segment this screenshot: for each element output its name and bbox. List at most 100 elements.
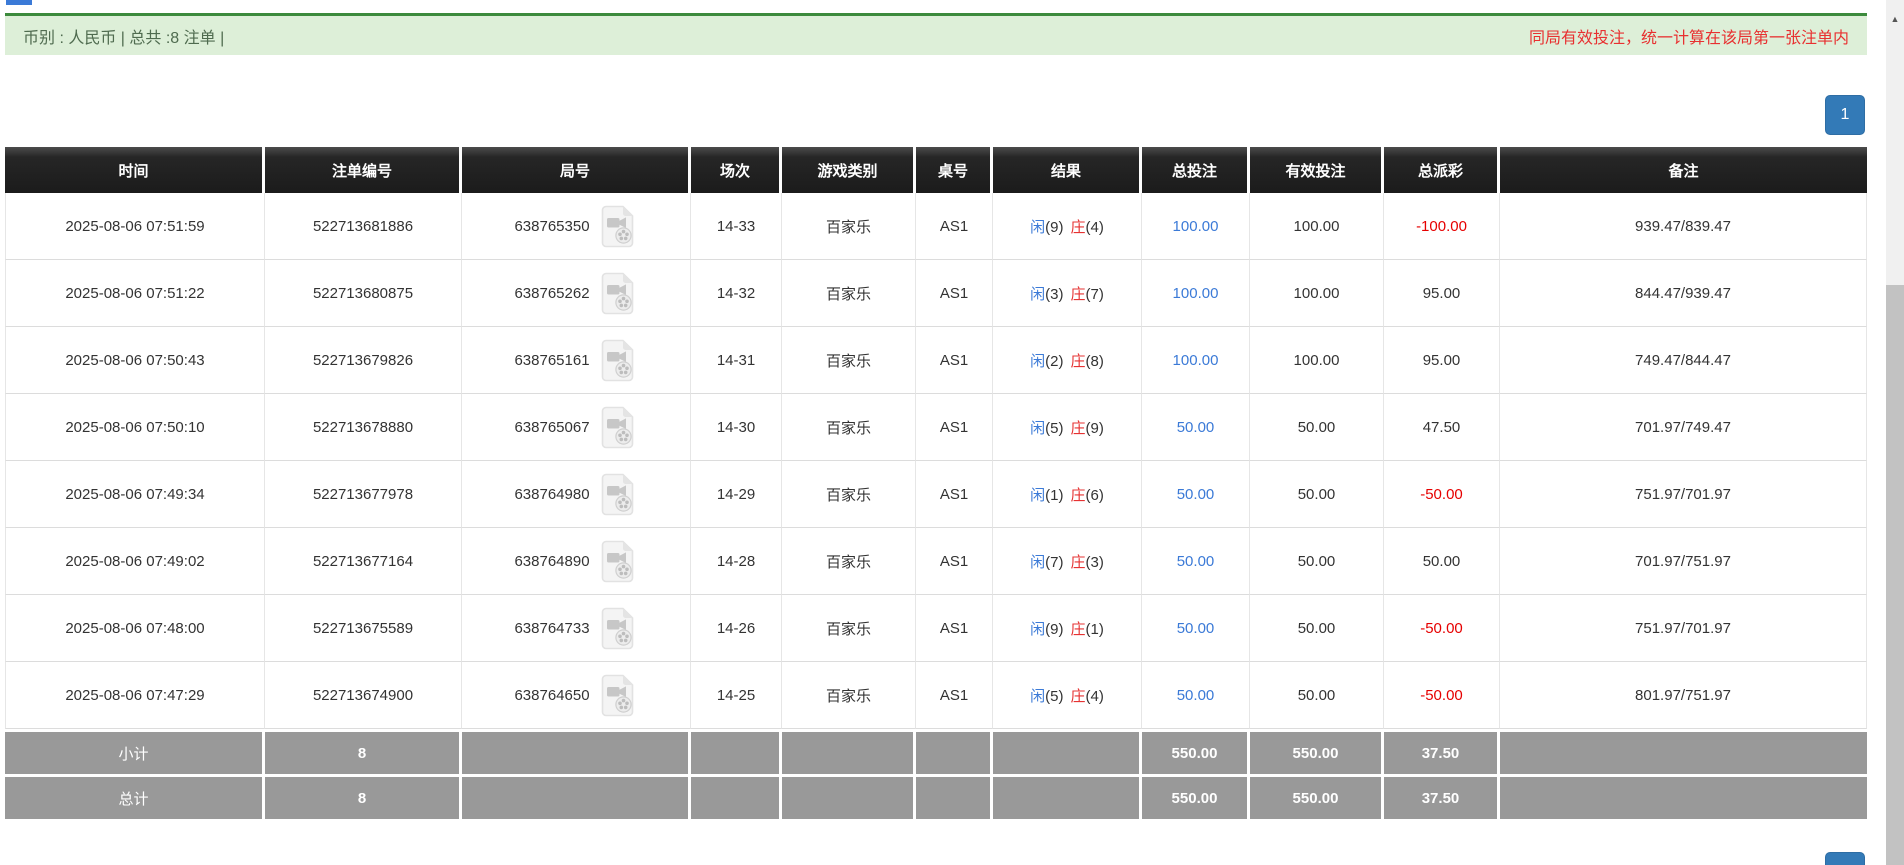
video-replay-icon[interactable]	[599, 405, 638, 450]
result-banker-label: 庄	[1071, 554, 1086, 571]
cell-bet-id: 522713681886	[265, 193, 462, 260]
result-banker-label: 庄	[1071, 286, 1086, 303]
col-session: 场次	[691, 147, 782, 193]
total-bet-link[interactable]: 50.00	[1177, 620, 1215, 637]
payout-value: -50.00	[1420, 620, 1463, 637]
summary-empty-cell	[782, 729, 916, 774]
result-player-points: (1)	[1045, 487, 1063, 504]
cell-valid-bet: 50.00	[1250, 461, 1384, 528]
cell-table-no: AS1	[916, 528, 993, 595]
video-replay-icon[interactable]	[599, 539, 638, 584]
cell-bet-id: 522713679826	[265, 327, 462, 394]
clipped-tab-fragment	[6, 0, 32, 5]
notice-warning-text: 同局有效投注，统一计算在该局第一张注单内	[1529, 24, 1849, 48]
cell-table-no: AS1	[916, 260, 993, 327]
cell-bet-id: 522713678880	[265, 394, 462, 461]
table-row: 2025-08-06 07:49:34 522713677978 6387649…	[5, 461, 1867, 528]
currency-summary-text: 币别 : 人民币 | 总共 :8 注单 |	[23, 24, 224, 48]
summary-valid-bet: 550.00	[1250, 729, 1384, 774]
cell-valid-bet: 100.00	[1250, 260, 1384, 327]
video-replay-icon[interactable]	[599, 204, 638, 249]
col-time: 时间	[5, 147, 265, 193]
table-row: 2025-08-06 07:50:43 522713679826 6387651…	[5, 327, 1867, 394]
video-replay-icon[interactable]	[599, 472, 638, 517]
result-player-label: 闲	[1030, 688, 1045, 705]
result-player-points: (9)	[1045, 621, 1063, 638]
cell-result: 闲(1)庄(6)	[993, 461, 1142, 528]
col-total-bet: 总投注	[1142, 147, 1250, 193]
total-bet-link[interactable]: 100.00	[1173, 285, 1219, 302]
result-player-label: 闲	[1030, 286, 1045, 303]
cell-bet-id: 522713677164	[265, 528, 462, 595]
round-number: 638764650	[514, 687, 589, 704]
pagination-page-1-top[interactable]: 1	[1825, 95, 1865, 135]
cell-session: 14-28	[691, 528, 782, 595]
cell-table-no: AS1	[916, 662, 993, 729]
total-bet-link[interactable]: 100.00	[1173, 352, 1219, 369]
table-row: 2025-08-06 07:51:59 522713681886 6387653…	[5, 193, 1867, 260]
summary-label: 小计	[5, 729, 265, 774]
cell-game-type: 百家乐	[782, 327, 916, 394]
cell-total-bet: 50.00	[1142, 461, 1250, 528]
cell-remark: 751.97/701.97	[1500, 595, 1867, 662]
summary-count: 8	[265, 729, 462, 774]
col-valid-bet: 有效投注	[1250, 147, 1384, 193]
total-bet-link[interactable]: 50.00	[1177, 419, 1215, 436]
summary-total-bet: 550.00	[1142, 729, 1250, 774]
video-replay-icon[interactable]	[599, 606, 638, 651]
payout-value: 95.00	[1423, 285, 1461, 302]
cell-remark: 844.47/939.47	[1500, 260, 1867, 327]
cell-result: 闲(7)庄(3)	[993, 528, 1142, 595]
col-game-type: 游戏类别	[782, 147, 916, 193]
summary-empty-cell	[916, 729, 993, 774]
pagination-page-1-bottom[interactable]: 1	[1825, 852, 1865, 865]
cell-remark: 701.97/751.97	[1500, 528, 1867, 595]
cell-valid-bet: 100.00	[1250, 327, 1384, 394]
total-bet-link[interactable]: 50.00	[1177, 486, 1215, 503]
vertical-scrollbar[interactable]: ▲	[1886, 0, 1904, 865]
cell-session: 14-26	[691, 595, 782, 662]
subtotal-row: 小计 8 550.00 550.00 37.50	[5, 729, 1867, 774]
total-bet-link[interactable]: 50.00	[1177, 553, 1215, 570]
cell-payout: 47.50	[1384, 394, 1500, 461]
video-replay-icon[interactable]	[599, 271, 638, 316]
cell-game-type: 百家乐	[782, 394, 916, 461]
cell-time: 2025-08-06 07:49:34	[5, 461, 265, 528]
cell-valid-bet: 50.00	[1250, 595, 1384, 662]
cell-bet-id: 522713675589	[265, 595, 462, 662]
cell-result: 闲(5)庄(4)	[993, 662, 1142, 729]
payout-value: -100.00	[1416, 218, 1467, 235]
cell-game-type: 百家乐	[782, 595, 916, 662]
result-player-label: 闲	[1030, 621, 1045, 638]
scrollbar-up-arrow-icon[interactable]: ▲	[1886, 14, 1904, 24]
summary-label: 总计	[5, 774, 265, 819]
cell-payout: 95.00	[1384, 260, 1500, 327]
video-replay-icon[interactable]	[599, 338, 638, 383]
cell-round: 638765262	[462, 260, 691, 327]
video-replay-icon[interactable]	[599, 673, 638, 718]
round-number: 638764733	[514, 620, 589, 637]
total-bet-link[interactable]: 50.00	[1177, 687, 1215, 704]
cell-round: 638765067	[462, 394, 691, 461]
cell-bet-id: 522713674900	[265, 662, 462, 729]
cell-game-type: 百家乐	[782, 528, 916, 595]
cell-table-no: AS1	[916, 193, 993, 260]
cell-round: 638764733	[462, 595, 691, 662]
round-number: 638765067	[514, 419, 589, 436]
cell-session: 14-30	[691, 394, 782, 461]
cell-session: 14-33	[691, 193, 782, 260]
payout-value: 95.00	[1423, 352, 1461, 369]
summary-empty-cell	[462, 729, 691, 774]
cell-result: 闲(9)庄(4)	[993, 193, 1142, 260]
scrollbar-thumb[interactable]	[1886, 285, 1904, 865]
total-bet-link[interactable]: 100.00	[1173, 218, 1219, 235]
cell-session: 14-31	[691, 327, 782, 394]
round-number: 638765161	[514, 352, 589, 369]
summary-payout: 37.50	[1384, 774, 1500, 819]
result-banker-label: 庄	[1071, 621, 1086, 638]
result-banker-points: (3)	[1086, 554, 1104, 571]
cell-time: 2025-08-06 07:50:43	[5, 327, 265, 394]
page: 币别 : 人民币 | 总共 :8 注单 | 同局有效投注，统一计算在该局第一张注…	[0, 0, 1904, 865]
cell-round: 638764890	[462, 528, 691, 595]
payout-value: -50.00	[1420, 687, 1463, 704]
